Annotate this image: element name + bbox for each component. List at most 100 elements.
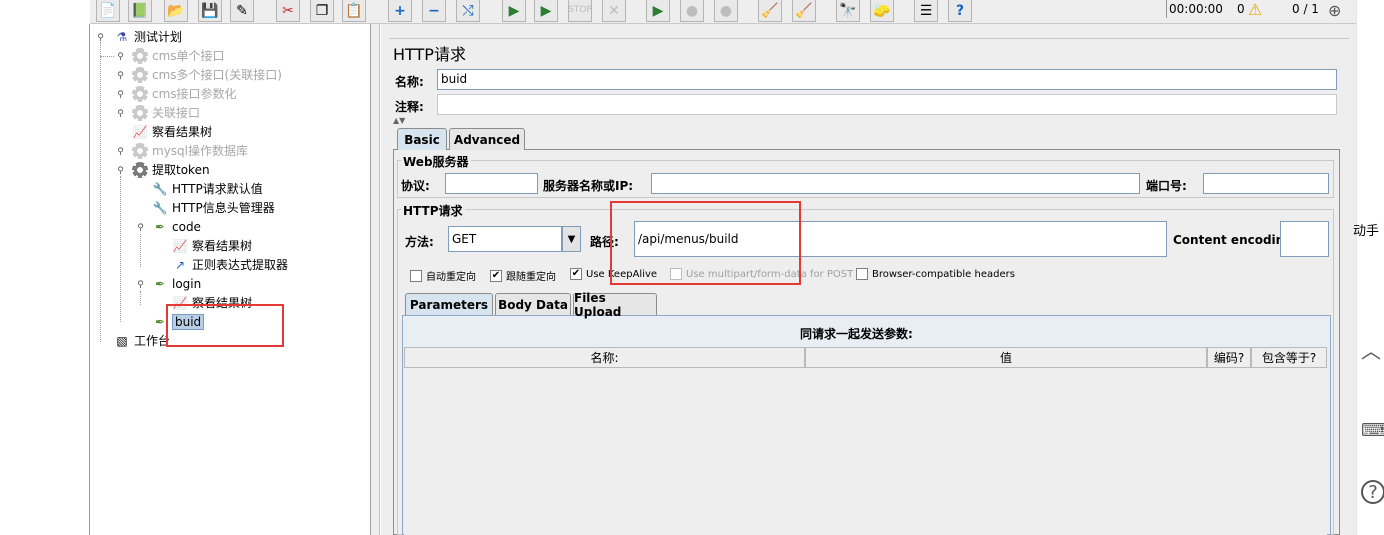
tree-toggle-root[interactable]: ⚲	[96, 33, 105, 43]
port-field[interactable]	[1203, 173, 1329, 194]
chevron-down-icon[interactable]: ▼	[562, 226, 581, 252]
encoding-field[interactable]	[1280, 221, 1329, 257]
elapsed-timer: 00:00:00	[1166, 0, 1223, 18]
tree-node-result-tree[interactable]: 📈 察看结果树	[172, 236, 253, 255]
workbench-icon: ▧	[116, 333, 128, 348]
name-field[interactable]: buid	[437, 69, 1337, 90]
tree-node-result-tree[interactable]: 📈 察看结果树	[132, 122, 213, 141]
tree-node-regex-extractor[interactable]: ↗ 正则表达式提取器	[172, 255, 288, 274]
cut-icon[interactable]: ✂	[276, 0, 300, 22]
tree-node-thread-group[interactable]: mysql操作数据库	[132, 141, 248, 160]
panel-splitter[interactable]	[371, 24, 380, 535]
auto-redirect-checkbox[interactable]: 自动重定向	[410, 268, 476, 283]
paste-icon[interactable]: 📋	[342, 0, 366, 22]
gear-icon	[132, 142, 148, 159]
save-as-icon[interactable]: ✎	[230, 0, 254, 22]
tree-toggle[interactable]: ⚲	[116, 71, 125, 81]
gear-icon	[132, 161, 148, 178]
server-field[interactable]	[651, 173, 1140, 194]
method-select[interactable]: GET	[448, 226, 562, 252]
thread-ratio: 0 / 1	[1292, 2, 1319, 16]
column-name[interactable]: 名称:	[404, 347, 805, 368]
params-caption: 同请求一起发送参数:	[800, 327, 913, 341]
tree-node-get-token[interactable]: 提取token	[132, 160, 210, 179]
toolbar: 📄 📗 📂 💾 ✎ ✂ ❐ 📋 + − ⤭ ▶ ▶ STOP ✕ ▶ ● ● 🧹…	[90, 0, 1356, 24]
port-label: 端口号:	[1146, 179, 1187, 193]
tree-toggle[interactable]: ⚲	[136, 223, 145, 233]
stop-icon[interactable]: STOP	[568, 0, 592, 22]
gear-icon	[132, 66, 148, 83]
tree-node-thread-group[interactable]: 关联接口	[132, 103, 200, 122]
chart-icon: 📈	[132, 124, 148, 139]
tree-node-header-manager[interactable]: 🔧 HTTP信息头管理器	[152, 198, 275, 217]
expand-icon[interactable]: +	[388, 0, 412, 22]
tab-parameters[interactable]: Parameters	[405, 293, 493, 315]
gear-icon	[132, 85, 148, 102]
assistant-label[interactable]: 动手	[1353, 220, 1379, 239]
tree-toggle[interactable]: ⚲	[116, 109, 125, 119]
help-icon[interactable]: ?	[948, 0, 972, 22]
warning-icon: ⚠	[1248, 0, 1263, 19]
comment-label: 注释:	[395, 100, 424, 114]
clear-all-icon[interactable]: 🧹	[792, 0, 816, 22]
annotation-box	[166, 304, 284, 347]
comment-field[interactable]	[437, 94, 1337, 115]
tab-files-upload[interactable]: Files Upload	[573, 291, 657, 319]
tree-node-code[interactable]: ✒ code	[152, 217, 201, 236]
gear-icon	[132, 104, 148, 121]
page-title: HTTP请求	[393, 45, 466, 64]
tree-toggle[interactable]: ⚲	[136, 280, 145, 290]
tab-body-data[interactable]: Body Data	[495, 293, 571, 315]
column-value[interactable]: 值	[805, 347, 1207, 368]
tab-advanced[interactable]: Advanced	[449, 128, 525, 150]
collapse-arrows-icon[interactable]: ▲▼	[393, 116, 405, 125]
tree-node-workbench[interactable]: ▧ 工作台	[114, 331, 170, 350]
collapse-icon[interactable]: −	[422, 0, 446, 22]
tree-node-thread-group[interactable]: cms单个接口	[132, 46, 225, 65]
start-no-pause-icon[interactable]: ▶	[534, 0, 558, 22]
web-server-group-title: Web服务器	[401, 153, 471, 170]
gear-icon	[132, 47, 148, 64]
start-icon[interactable]: ▶	[502, 0, 526, 22]
params-table-body[interactable]	[404, 368, 1327, 535]
tree-node-http-defaults[interactable]: 🔧 HTTP请求默认值	[152, 179, 263, 198]
search-icon[interactable]: 🔭	[836, 0, 860, 22]
function-helper-icon[interactable]: ☰	[914, 0, 938, 22]
log-icon[interactable]: ⊕	[1328, 1, 1341, 20]
copy-icon[interactable]: ❐	[310, 0, 334, 22]
tree-toggle[interactable]: ⚲	[116, 52, 125, 62]
tree-node-login[interactable]: ✒ login	[152, 274, 201, 293]
server-label: 服务器名称或IP:	[543, 179, 634, 193]
tree-node-thread-group[interactable]: cms接口参数化	[132, 84, 237, 103]
clear-icon[interactable]: 🧹	[758, 0, 782, 22]
save-icon[interactable]: 💾	[198, 0, 222, 22]
remote-stop-icon[interactable]: ●	[680, 0, 704, 22]
help-circle-icon[interactable]: ?	[1361, 480, 1384, 504]
wrench-icon: 🔧	[152, 181, 168, 196]
wrench-icon: 🔧	[152, 200, 168, 215]
protocol-field[interactable]	[445, 173, 538, 194]
column-encode[interactable]: 编码?	[1207, 347, 1251, 368]
shutdown-icon[interactable]: ✕	[602, 0, 626, 22]
follow-redirect-checkbox[interactable]: ✔ 跟随重定向	[490, 268, 556, 283]
templates-icon[interactable]: 📗	[128, 0, 152, 22]
browser-headers-checkbox[interactable]: Browser-compatible headers	[856, 268, 1015, 280]
keyboard-icon[interactable]: ⌨	[1361, 420, 1384, 441]
chevron-up-icon[interactable]: ︿	[1361, 335, 1381, 364]
tree-node-test-plan[interactable]: ⚗ 测试计划	[114, 27, 182, 46]
tab-basic[interactable]: Basic	[397, 128, 447, 150]
new-icon[interactable]: 📄	[96, 0, 120, 22]
tree-toggle[interactable]: ⚲	[116, 166, 125, 176]
column-include-equals[interactable]: 包含等于?	[1251, 347, 1327, 368]
method-label: 方法:	[405, 235, 434, 249]
reset-search-icon[interactable]: 🧽	[870, 0, 894, 22]
remote-shutdown-icon[interactable]: ●	[714, 0, 738, 22]
open-icon[interactable]: 📂	[164, 0, 188, 22]
tree-node-thread-group[interactable]: cms多个接口(关联接口)	[132, 65, 282, 84]
toggle-icon[interactable]: ⤭	[456, 0, 480, 22]
tree-toggle[interactable]: ⚲	[116, 147, 125, 157]
remote-start-icon[interactable]: ▶	[646, 0, 670, 22]
tree-toggle[interactable]: ⚲	[116, 90, 125, 100]
flask-icon: ⚗	[116, 29, 128, 44]
pipette-icon: ✒	[154, 276, 166, 291]
